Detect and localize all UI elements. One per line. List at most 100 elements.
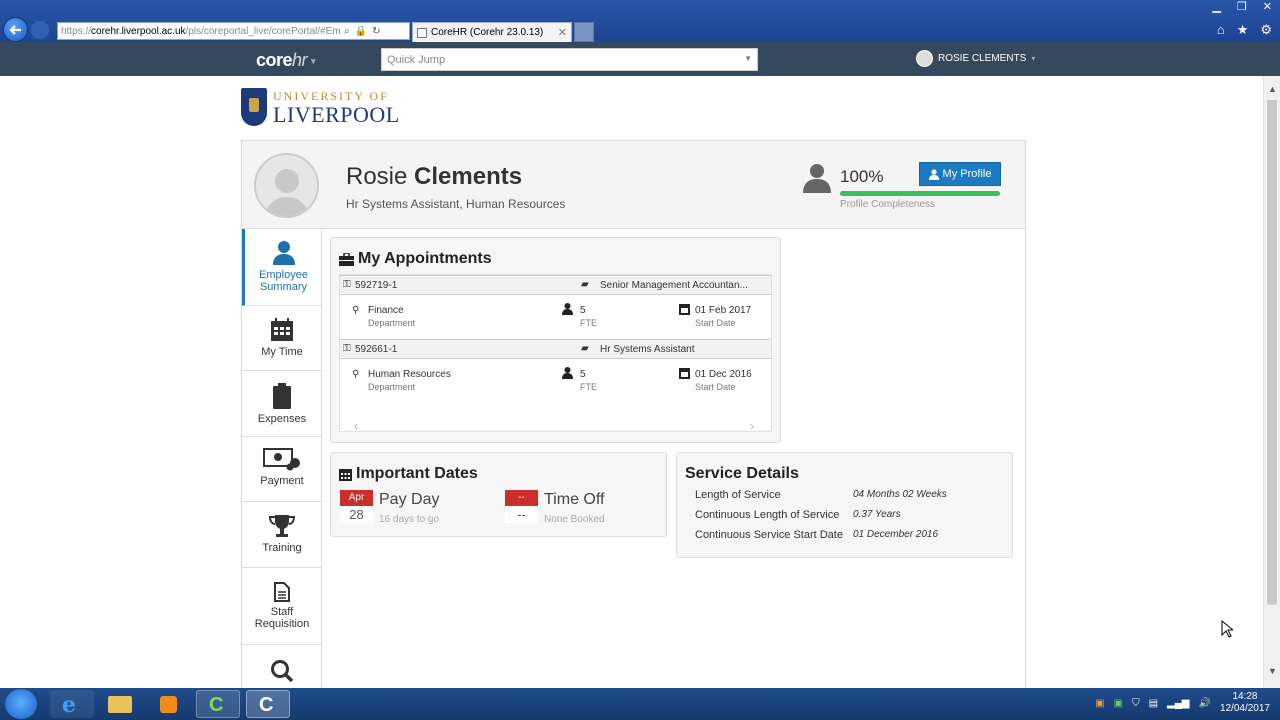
document-icon bbox=[274, 582, 290, 602]
minimize-icon[interactable]: ▁ bbox=[1212, 0, 1220, 13]
scrollbar-thumb[interactable] bbox=[1267, 100, 1277, 605]
restore-icon[interactable]: ❐ bbox=[1237, 0, 1247, 13]
internet-explorer-icon[interactable]: e bbox=[50, 690, 94, 718]
user-name: ROSIE CLEMENTS bbox=[938, 53, 1027, 64]
lock-icon: 🔒 bbox=[354, 25, 368, 37]
scroll-up-icon[interactable]: ▲ bbox=[1268, 84, 1277, 94]
search-icon bbox=[271, 660, 294, 683]
appointment-id: 592719-1 bbox=[355, 280, 398, 291]
network-signal-icon[interactable]: ▂▄▆ bbox=[1167, 698, 1189, 709]
corehr-logo[interactable]: corehr ▾ bbox=[256, 50, 316, 71]
trophy-icon bbox=[269, 515, 295, 537]
important-dates-title: Important Dates bbox=[339, 465, 478, 483]
crest-icon bbox=[241, 88, 267, 126]
profile-header: Rosie Clements Hr Systems Assistant, Hum… bbox=[242, 141, 1025, 229]
service-details-title: Service Details bbox=[685, 465, 799, 482]
appointments-list: ⚿ 592719-1 ▰ Senior Management Accountan… bbox=[339, 274, 772, 432]
tray-app-icon[interactable]: ▣ bbox=[1114, 698, 1123, 709]
mouse-cursor-icon bbox=[1221, 620, 1233, 638]
page-scrollbar[interactable]: ▲ ▼ bbox=[1263, 76, 1280, 688]
appointment-details: ⚲ Human Resources Department 5 FTE 01 Dec … bbox=[340, 361, 771, 405]
tab-title: CoreHR (Corehr 23.0.13) bbox=[431, 27, 544, 38]
arrow-left-icon bbox=[9, 25, 21, 35]
tray-app-icon[interactable]: ▣ bbox=[1095, 698, 1104, 709]
scroll-down-icon[interactable]: ▼ bbox=[1268, 666, 1277, 676]
appointment-role: Hr Systems Assistant bbox=[600, 344, 695, 355]
system-clock[interactable]: 14:28 12/04/2017 bbox=[1220, 691, 1270, 715]
camtasia-icon[interactable]: C bbox=[196, 690, 240, 718]
volume-icon[interactable]: 🔊 bbox=[1198, 698, 1210, 709]
org-chart-icon: ⚲ bbox=[352, 369, 360, 380]
nav-payment[interactable]: Payment bbox=[242, 437, 322, 502]
service-details-card: Service Details Length of Service 04 Mont… bbox=[676, 452, 1013, 558]
chevron-down-icon: ▾ bbox=[1031, 54, 1036, 63]
service-row: Continuous Length of Service 0.37 Years bbox=[695, 509, 901, 521]
university-logo: UNIVERSITY OF LIVERPOOL bbox=[241, 88, 400, 126]
browser-tab[interactable]: CoreHR (Corehr 23.0.13) ✕ bbox=[412, 22, 572, 42]
key-icon: ⚿ bbox=[343, 343, 351, 354]
appointments-title: My Appointments bbox=[339, 250, 492, 268]
my-profile-button[interactable]: My Profile bbox=[919, 162, 1001, 186]
user-menu[interactable]: ROSIE CLEMENTS ▾ bbox=[916, 50, 1035, 67]
refresh-icon[interactable]: ↻ bbox=[372, 26, 380, 37]
quick-jump-select[interactable]: Quick Jump ▼ bbox=[381, 48, 758, 71]
calendar-icon bbox=[679, 367, 690, 382]
new-tab-button[interactable] bbox=[574, 22, 594, 42]
person-icon bbox=[562, 303, 573, 318]
service-row: Continuous Service Start Date 01 December… bbox=[695, 529, 939, 541]
app-header: corehr ▾ Quick Jump ▼ ROSIE CLEMENTS ▾ bbox=[0, 42, 1280, 76]
key-icon: ⚿ bbox=[343, 279, 351, 290]
chevron-left-icon[interactable]: ‹ bbox=[354, 419, 358, 431]
person-icon bbox=[272, 241, 295, 265]
profile-avatar bbox=[254, 153, 319, 218]
calendar-icon bbox=[271, 318, 293, 341]
media-player-icon[interactable] bbox=[146, 690, 190, 718]
start-button[interactable] bbox=[5, 689, 37, 719]
camtasia-recorder-icon[interactable]: C bbox=[246, 690, 290, 718]
home-icon[interactable]: ⌂ bbox=[1217, 22, 1225, 38]
person-icon bbox=[803, 164, 831, 193]
calendar-icon bbox=[679, 303, 690, 318]
nav-training[interactable]: Training bbox=[242, 502, 322, 568]
completeness-label: Profile Completeness bbox=[840, 199, 936, 210]
employee-name: Rosie Clements bbox=[346, 163, 523, 190]
appointment-role: Senior Management Accountan... bbox=[600, 280, 748, 291]
settings-gear-icon[interactable]: ⚙ bbox=[1260, 22, 1272, 38]
back-button[interactable] bbox=[3, 17, 28, 42]
nav-employee-summary[interactable]: Employee Summary bbox=[242, 229, 322, 306]
completeness-percent: 100% bbox=[840, 167, 884, 186]
close-window-icon[interactable]: ✕ bbox=[1263, 0, 1272, 13]
search-icon[interactable]: ⌕ bbox=[344, 26, 350, 37]
chevron-right-icon[interactable]: › bbox=[750, 419, 754, 431]
nav-expenses[interactable]: Expenses bbox=[242, 371, 322, 437]
time-off-calendar: -- -- bbox=[505, 490, 538, 523]
pay-day-calendar: Apr 28 bbox=[340, 490, 373, 523]
tray-app-icon[interactable]: ▤ bbox=[1149, 698, 1158, 709]
close-tab-icon[interactable]: ✕ bbox=[558, 26, 567, 39]
favorites-star-icon[interactable]: ★ bbox=[1237, 22, 1249, 38]
windows-taskbar: e C C ▣ ▣ ⛉ ▤ ▂▄▆ 🔊 14:28 12/04/2017 bbox=[0, 688, 1280, 720]
money-icon bbox=[263, 448, 300, 471]
appointment-header-row[interactable]: ⚿ 592719-1 ▰ Senior Management Accountan… bbox=[340, 275, 771, 295]
browser-toolbar: https://corehr.liverpool.ac.uk/pls/corep… bbox=[0, 0, 1280, 42]
appointment-id: 592661-1 bbox=[355, 344, 398, 355]
employee-subtitle: Hr Systems Assistant, Human Resources bbox=[346, 197, 566, 211]
person-icon bbox=[562, 367, 573, 382]
completeness-progress-bar bbox=[840, 191, 1000, 196]
file-explorer-icon[interactable] bbox=[98, 690, 142, 718]
person-silhouette-icon bbox=[264, 169, 310, 216]
briefcase-icon: ▰ bbox=[581, 279, 589, 290]
appointment-fte: 5 FTE bbox=[580, 369, 597, 392]
nav-my-time[interactable]: My Time bbox=[242, 306, 322, 371]
chevron-down-icon: ▾ bbox=[311, 55, 316, 66]
employee-panel: Rosie Clements Hr Systems Assistant, Hum… bbox=[241, 140, 1026, 700]
forward-button[interactable] bbox=[30, 20, 50, 40]
clipboard-icon bbox=[273, 383, 291, 409]
calendar-icon bbox=[339, 469, 352, 481]
nav-staff-requisition[interactable]: Staff Requisition bbox=[242, 568, 322, 645]
tray-shield-icon[interactable]: ⛉ bbox=[1132, 698, 1140, 709]
appointment-header-row[interactable]: ⚿ 592661-1 ▰ Hr Systems Assistant bbox=[340, 339, 771, 359]
address-bar[interactable]: https://corehr.liverpool.ac.uk/pls/corep… bbox=[57, 22, 410, 40]
briefcase-icon: ▰ bbox=[581, 343, 589, 354]
org-chart-icon: ⚲ bbox=[352, 305, 360, 316]
